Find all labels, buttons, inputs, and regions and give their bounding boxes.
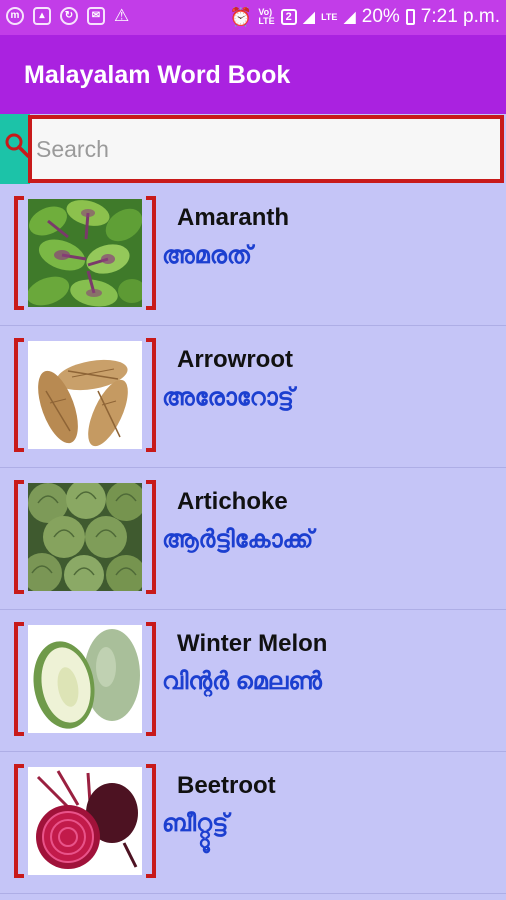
english-word: Artichoke — [177, 488, 288, 515]
amaranth-image — [28, 199, 142, 307]
battery-percent: 20% — [361, 6, 400, 27]
alarm-icon: ⏰ — [229, 6, 253, 27]
list-item[interactable]: Amaranth അമരത് — [0, 184, 506, 326]
volte-indicator: Vo) LTE — [258, 7, 275, 26]
frame-bracket-left — [14, 480, 24, 594]
malayalam-word: വിന്റർ മെലൺ — [162, 668, 322, 695]
beetroot-image — [28, 767, 142, 875]
frame-bracket-left — [14, 622, 24, 736]
malayalam-word: ബീറ്റ്റൂട്ട് — [162, 810, 229, 837]
list-item[interactable]: Artichoke ആർട്ടികോക്ക് — [0, 468, 506, 610]
frame-bracket-right — [146, 622, 156, 736]
sync-icon: ↻ — [60, 7, 78, 25]
search-field-frame — [28, 115, 504, 183]
winter-melon-image — [28, 625, 142, 733]
search-bar — [0, 114, 506, 184]
gallery-icon: ▴ — [33, 7, 51, 25]
app-bar: Malayalam Word Book — [0, 35, 506, 114]
frame-bracket-right — [146, 196, 156, 310]
image-frame — [14, 480, 156, 594]
system-indicators: ⏰ Vo) LTE 2 ◢ LTE ◢ 20% 7:21 p.m. — [230, 6, 500, 28]
status-bar: m ▴ ↻ ✉ ⚠ ⏰ Vo) LTE 2 ◢ LTE ◢ 20% 7:21 p… — [0, 0, 506, 35]
malayalam-word: ആർട്ടികോക്ക് — [162, 526, 314, 553]
malayalam-word: അമരത് — [162, 242, 252, 269]
notification-icons: m ▴ ↻ ✉ ⚠ — [6, 7, 129, 25]
frame-bracket-left — [14, 764, 24, 878]
list-item[interactable]: Winter Melon വിന്റർ മെലൺ — [0, 610, 506, 752]
image-frame — [14, 196, 156, 310]
english-word: Arrowroot — [177, 346, 293, 373]
arrowroot-image — [28, 341, 142, 449]
image-frame — [14, 764, 156, 878]
battery-icon — [405, 9, 415, 25]
frame-bracket-right — [146, 338, 156, 452]
search-input[interactable] — [32, 119, 500, 179]
artichoke-image — [28, 483, 142, 591]
app-title: Malayalam Word Book — [24, 61, 291, 89]
image-frame — [14, 622, 156, 736]
english-word: Amaranth — [177, 204, 290, 231]
frame-bracket-left — [14, 338, 24, 452]
image-frame — [14, 338, 156, 452]
app-notification-icon: m — [6, 7, 24, 25]
list-item[interactable]: Beetroot ബീറ്റ്റൂട്ട് — [0, 752, 506, 894]
english-word: Beetroot — [177, 772, 276, 799]
lte-indicator: LTE — [321, 11, 338, 22]
sim-icon: 2 — [280, 9, 297, 25]
malayalam-word: അരോറോട്ട് — [162, 384, 294, 411]
search-icon[interactable] — [4, 132, 30, 158]
english-word: Winter Melon — [177, 630, 328, 657]
signal-icon: ◢ — [302, 9, 316, 26]
frame-bracket-right — [146, 764, 156, 878]
clock: 7:21 p.m. — [420, 6, 500, 27]
signal-icon-2: ◢ — [343, 9, 356, 26]
mail-icon: ✉ — [87, 7, 105, 25]
warning-icon: ⚠ — [114, 6, 130, 25]
frame-bracket-left — [14, 196, 24, 310]
frame-bracket-right — [146, 480, 156, 594]
list-item[interactable]: Arrowroot അരോറോട്ട് — [0, 326, 506, 468]
word-list[interactable]: Amaranth അമരത് Arrowroot അരോറോട്ട് Artic… — [0, 184, 506, 894]
